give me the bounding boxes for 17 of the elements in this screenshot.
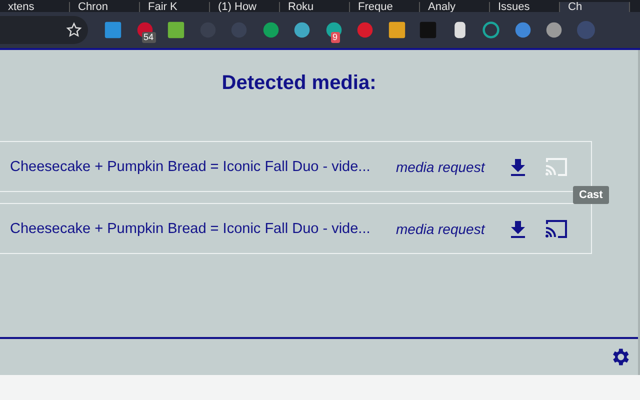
extension-icon[interactable] xyxy=(167,21,185,39)
count-badge: 9 xyxy=(330,32,340,43)
request-type: media request xyxy=(396,220,486,236)
download-icon[interactable] xyxy=(510,220,526,238)
cast-icon[interactable] xyxy=(544,218,568,238)
star-icon[interactable] xyxy=(66,22,82,38)
address-bar[interactable] xyxy=(0,16,88,44)
count-badge: 54 xyxy=(142,32,156,43)
popup-title: Detected media: xyxy=(220,72,378,95)
media-title[interactable]: Cheesecake + Pumpkin Bread = Iconic Fall Duo - vide... xyxy=(10,158,386,174)
extension-icon[interactable] xyxy=(388,21,406,39)
media-title[interactable]: Cheesecake + Pumpkin Bread = Iconic Fall Duo - vide... xyxy=(10,220,386,236)
download-icon[interactable] xyxy=(510,158,526,176)
browser-tab[interactable]: Ch xyxy=(560,2,630,12)
extension-icon[interactable] xyxy=(293,21,311,39)
tooltip: Cast xyxy=(573,186,609,204)
request-type: media request xyxy=(396,158,486,174)
